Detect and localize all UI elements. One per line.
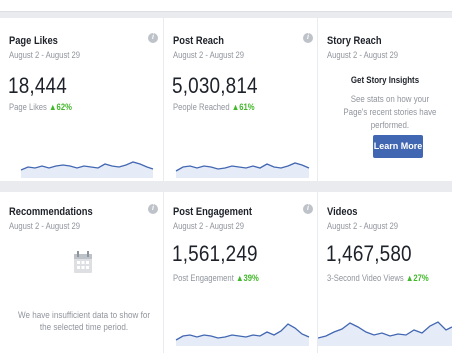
metric-value: 18,444 [8,73,67,98]
metric-caption: Page Likes ▲62% [9,102,72,112]
date-range: August 2 - August 29 [327,50,399,60]
info-icon[interactable]: i [148,33,158,43]
learn-more-button[interactable]: Learn More [373,135,423,158]
post-reach-card[interactable]: Post Reach i August 2 - August 29 5,030,… [164,18,317,181]
sparkline-chart [318,321,452,346]
info-icon[interactable]: i [148,204,158,214]
recommendations-card[interactable]: Recommendations i August 2 - August 29 W… [0,192,163,353]
change-percent: ▲62% [48,102,72,112]
insights-description: See stats on how your Page's recent stor… [343,94,437,130]
change-percent: ▲27% [405,273,429,283]
change-percent: ▲39% [235,273,259,283]
metric-caption: 3-Second Video Views ▲27% [327,273,429,283]
metric-value: 1,467,580 [326,241,412,266]
metric-caption: Post Engagement ▲39% [173,273,259,283]
sparkline-chart [175,162,310,178]
date-range: August 2 - August 29 [173,50,245,60]
calendar-icon [74,251,92,273]
info-icon[interactable]: i [303,204,313,214]
info-icon[interactable]: i [303,33,313,43]
metric-label: People Reached [173,102,230,112]
metric-label: Post Engagement [173,273,234,283]
date-range: August 2 - August 29 [9,221,81,231]
card-title: Post Engagement [173,206,252,218]
insights-title: Get Story Insights [350,75,420,85]
date-range: August 2 - August 29 [173,221,245,231]
metric-label: 3-Second Video Views [327,273,404,283]
sparkline-area [21,162,153,178]
card-title: Page Likes [9,35,58,47]
card-title: Recommendations [9,206,93,218]
date-range: August 2 - August 29 [9,50,81,60]
metric-value: 5,030,814 [172,73,258,98]
sparkline-chart [175,323,310,346]
sparkline-area [176,324,309,346]
change-percent: ▲61% [231,102,255,112]
story-reach-card[interactable]: Story Reach August 2 - August 29 Get Sto… [318,18,452,181]
top-header-strip [0,0,452,12]
metric-value: 1,561,249 [172,241,258,266]
card-title: Videos [327,206,358,218]
date-range: August 2 - August 29 [327,221,399,231]
empty-state-message: We have insufficient data to show for th… [17,310,151,332]
card-title: Post Reach [173,35,224,47]
sparkline-chart [20,161,154,178]
metric-label: Page Likes [9,102,47,112]
metric-caption: People Reached ▲61% [173,102,255,112]
page-likes-card[interactable]: Page Likes i August 2 - August 29 18,444… [0,18,163,181]
videos-card[interactable]: Videos August 2 - August 29 1,467,580 3-… [318,192,452,353]
post-engagement-card[interactable]: Post Engagement i August 2 - August 29 1… [164,192,317,353]
card-title: Story Reach [327,35,382,47]
